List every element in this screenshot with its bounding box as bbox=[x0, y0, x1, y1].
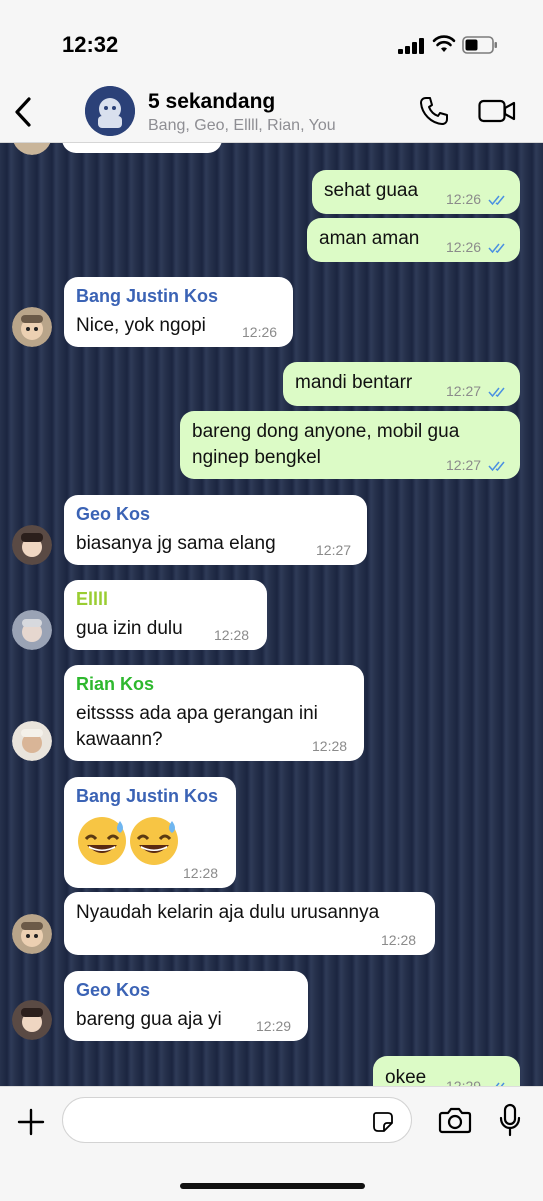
message-bubble-outgoing[interactable]: bareng dong anyone, mobil gua nginep ben… bbox=[180, 411, 520, 479]
message-bubble-outgoing[interactable]: mandi bentarr 12:27 bbox=[283, 362, 520, 406]
message-bubble-incoming[interactable]: Nyaudah kelarin aja dulu urusannya 12:28 bbox=[64, 892, 435, 955]
read-receipt-icon bbox=[488, 195, 505, 206]
message-bubble-partial[interactable] bbox=[62, 143, 222, 153]
message-bubble-incoming[interactable]: Bang Justin Kos 12:28 bbox=[64, 777, 236, 888]
message-bubble-incoming[interactable]: Geo Kos biasanya jg sama elang 12:27 bbox=[64, 495, 367, 565]
message-bubble-outgoing[interactable]: aman aman 12:26 bbox=[307, 218, 520, 262]
plus-icon[interactable] bbox=[16, 1107, 46, 1137]
sticker-icon[interactable] bbox=[371, 1110, 395, 1134]
message-text-line2: nginep bengkel bbox=[192, 447, 321, 468]
message-text: gua izin dulu bbox=[76, 618, 183, 639]
message-text: sehat guaa bbox=[324, 180, 419, 201]
message-time: 12:28 bbox=[183, 865, 219, 881]
message-time: 12:29 bbox=[446, 1078, 482, 1086]
sender-name: Ellll bbox=[76, 589, 109, 609]
avatar bbox=[12, 143, 52, 155]
chat-header: 5 sekandang Bang, Geo, Ellll, Rian, You bbox=[0, 80, 543, 143]
message-bubble-outgoing[interactable]: okee 12:29 bbox=[373, 1056, 520, 1086]
microphone-icon[interactable] bbox=[498, 1103, 522, 1137]
message-time: 12:27 bbox=[446, 383, 482, 399]
message-text: biasanya jg sama elang bbox=[76, 533, 276, 554]
sender-name: Bang Justin Kos bbox=[76, 786, 219, 806]
message-text: Nice, yok ngopi bbox=[76, 315, 206, 336]
phone-icon[interactable] bbox=[418, 95, 450, 127]
avatar-geo[interactable] bbox=[12, 1000, 52, 1040]
group-members[interactable]: Bang, Geo, Ellll, Rian, You bbox=[148, 117, 336, 135]
sender-name: Rian Kos bbox=[76, 674, 155, 694]
message-time: 12:28 bbox=[312, 738, 348, 754]
sender-name: Geo Kos bbox=[76, 980, 151, 1000]
avatar-ellll[interactable] bbox=[12, 610, 52, 650]
message-text: aman aman bbox=[319, 228, 420, 249]
message-text: mandi bentarr bbox=[295, 372, 413, 393]
wifi-icon bbox=[432, 35, 456, 52]
message-time: 12:26 bbox=[446, 191, 482, 207]
message-text-line1: eitssss ada apa gerangan ini bbox=[76, 703, 318, 724]
cellular-signal-icon bbox=[398, 38, 424, 54]
sender-name: Geo Kos bbox=[76, 504, 151, 524]
message-time: 12:29 bbox=[256, 1018, 292, 1034]
message-bubble-outgoing[interactable]: sehat guaa 12:26 bbox=[312, 170, 520, 214]
status-time: 12:32 bbox=[62, 32, 119, 57]
message-time: 12:28 bbox=[381, 932, 417, 948]
avatar-justin[interactable] bbox=[12, 914, 52, 954]
group-title[interactable]: 5 sekandang bbox=[148, 90, 275, 114]
message-list[interactable]: sehat guaa 12:26 aman aman 12:26 Bang Ju… bbox=[0, 143, 543, 1086]
read-receipt-icon bbox=[488, 243, 505, 254]
battery-icon bbox=[462, 36, 497, 54]
home-indicator bbox=[180, 1183, 365, 1189]
read-receipt-icon bbox=[488, 461, 505, 472]
sender-name: Bang Justin Kos bbox=[76, 286, 219, 306]
message-time: 12:28 bbox=[214, 627, 250, 643]
message-bubble-incoming[interactable]: Ellll gua izin dulu 12:28 bbox=[64, 580, 267, 650]
status-bar: 12:32 bbox=[0, 0, 543, 80]
message-bubble-incoming[interactable]: Geo Kos bareng gua aja yi 12:29 bbox=[64, 971, 308, 1041]
message-text: okee bbox=[385, 1067, 427, 1086]
message-text: Nyaudah kelarin aja dulu urusannya bbox=[76, 902, 380, 923]
message-composer bbox=[0, 1086, 543, 1201]
message-text: bareng gua aja yi bbox=[76, 1009, 222, 1030]
grinning-sweat-emoji-icon bbox=[130, 817, 178, 865]
grinning-sweat-emoji-icon bbox=[78, 817, 126, 865]
read-receipt-icon bbox=[488, 387, 505, 398]
message-bubble-incoming[interactable]: Bang Justin Kos Nice, yok ngopi 12:26 bbox=[64, 277, 293, 347]
avatar-justin[interactable] bbox=[12, 307, 52, 347]
avatar-rian[interactable] bbox=[12, 721, 52, 761]
camera-icon[interactable] bbox=[438, 1105, 472, 1135]
message-time: 12:27 bbox=[316, 542, 352, 558]
message-time: 12:26 bbox=[242, 324, 278, 340]
group-avatar[interactable] bbox=[85, 86, 135, 136]
message-text-line2: kawaann? bbox=[76, 729, 163, 750]
message-time: 12:26 bbox=[446, 239, 482, 255]
message-input[interactable] bbox=[62, 1097, 412, 1143]
video-camera-icon[interactable] bbox=[478, 98, 516, 124]
chevron-left-icon[interactable] bbox=[12, 96, 34, 128]
message-time: 12:27 bbox=[446, 457, 482, 473]
avatar-geo[interactable] bbox=[12, 525, 52, 565]
message-text-line1: bareng dong anyone, mobil gua bbox=[192, 421, 460, 442]
message-bubble-incoming[interactable]: Rian Kos eitssss ada apa gerangan ini ka… bbox=[64, 665, 364, 761]
